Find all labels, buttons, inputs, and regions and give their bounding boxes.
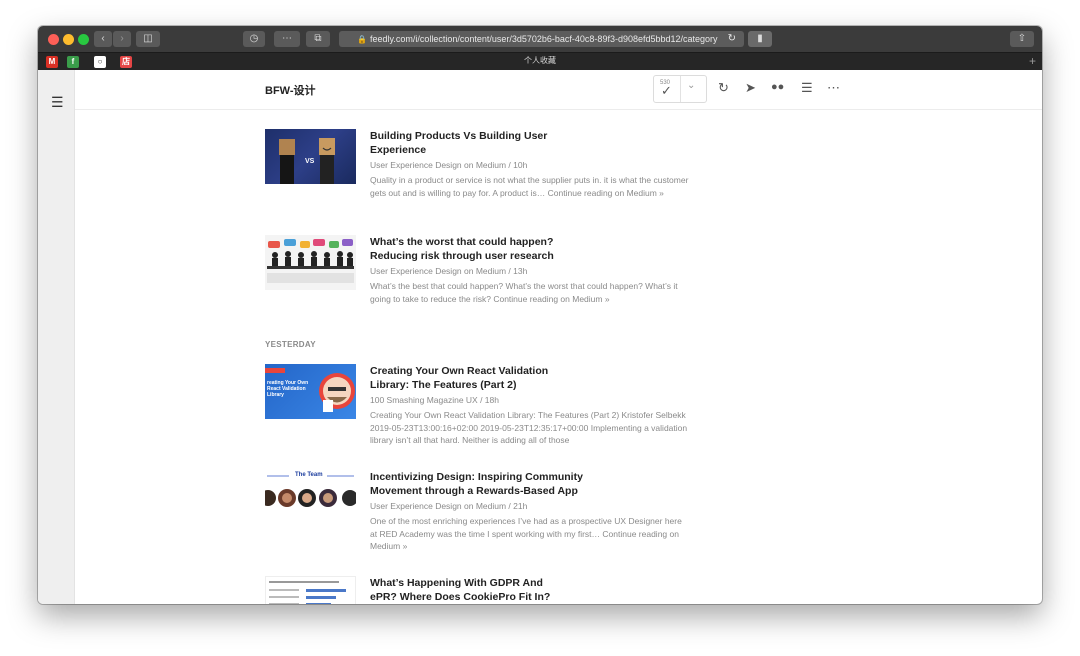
extension-icon[interactable]: ▮ bbox=[748, 31, 772, 47]
article-thumbnail[interactable]: reating Your Own React Validation Librar… bbox=[265, 364, 356, 419]
feed-header: BFW-设计 530 ✓ ⌄ ↻ ➤ ●● ☰ ⋯ bbox=[75, 70, 1042, 110]
chevron-down-icon[interactable]: ⌄ bbox=[687, 80, 695, 91]
close-window-button[interactable] bbox=[48, 34, 59, 45]
article-thumbnail[interactable]: VS bbox=[265, 129, 356, 184]
meeting-people-illustration bbox=[267, 239, 354, 283]
article-summary: One of the most enriching experiences I’… bbox=[370, 516, 682, 551]
thumb-label: The Team bbox=[295, 472, 323, 478]
article-thumbnail[interactable] bbox=[265, 576, 356, 604]
day-separator: YESTERDAY bbox=[265, 340, 316, 349]
address-bar[interactable]: 🔒 feedly.com/i/collection/content/user/3d… bbox=[339, 31, 744, 47]
reload-icon[interactable]: ↻ bbox=[728, 31, 736, 47]
new-tab-button[interactable]: + bbox=[1029, 54, 1036, 68]
browser-toolbar: ‹ › ◫ ◷ ⋯ ⧉ 🔒 feedly.com/i/collection/con… bbox=[38, 26, 1042, 52]
zoom-window-button[interactable] bbox=[78, 34, 89, 45]
mark-as-read-button[interactable]: 530 ✓ ⌄ bbox=[653, 75, 707, 103]
list-item[interactable]: What’s the worst that could happen? Redu… bbox=[265, 235, 705, 315]
list-item[interactable]: VS Building Products Vs Building User Ex… bbox=[265, 129, 705, 219]
article-thumbnail[interactable]: The Team bbox=[265, 470, 356, 525]
article-meta: 100 Smashing Magazine UX / 18h bbox=[370, 395, 499, 405]
bar-chart-illustration bbox=[269, 581, 346, 604]
sidebar-toggle-icon[interactable]: ◫ bbox=[136, 31, 160, 47]
team-portraits-illustration bbox=[265, 475, 356, 507]
list-item[interactable]: The Team Incentivizing Design: Inspiring… bbox=[265, 470, 705, 560]
article-meta: User Experience Design on Medium / 10h bbox=[370, 160, 528, 170]
more-options-icon[interactable]: ⋯ bbox=[827, 80, 840, 96]
send-icon[interactable]: ➤ bbox=[745, 80, 756, 96]
article-thumbnail[interactable] bbox=[265, 235, 356, 290]
article-title[interactable]: Incentivizing Design: Inspiring Communit… bbox=[370, 470, 600, 498]
article-summary: Creating Your Own React Validation Libra… bbox=[370, 410, 688, 445]
article-title[interactable]: What’s the worst that could happen? Redu… bbox=[370, 235, 570, 263]
tab-bar: M f ○ 店 个人收藏 + bbox=[38, 52, 1042, 71]
hamburger-menu-icon[interactable]: ☰ bbox=[51, 95, 64, 109]
article-summary: What’s the best that could happen? What’… bbox=[370, 281, 678, 304]
left-sidebar: ☰ bbox=[38, 70, 75, 604]
refresh-icon[interactable]: ↻ bbox=[718, 80, 729, 96]
divider bbox=[680, 76, 681, 102]
forward-icon[interactable]: › bbox=[113, 31, 131, 47]
minimize-window-button[interactable] bbox=[63, 34, 74, 45]
article-summary: Quality in a product or service is not w… bbox=[370, 175, 689, 198]
share-icon[interactable]: ⇧ bbox=[1010, 31, 1034, 47]
article-list: VS Building Products Vs Building User Ex… bbox=[75, 110, 1042, 604]
url-text: feedly.com/i/collection/content/user/3d5… bbox=[369, 34, 718, 44]
active-tab-title[interactable]: 个人收藏 bbox=[38, 55, 1042, 66]
tabs-overview-icon[interactable]: ⧉ bbox=[306, 31, 330, 47]
checkmark-icon: ✓ bbox=[661, 83, 672, 98]
article-title[interactable]: Creating Your Own React Validation Libra… bbox=[370, 364, 570, 392]
back-icon[interactable]: ‹ bbox=[94, 31, 112, 47]
team-icon[interactable]: ●● bbox=[771, 81, 784, 93]
list-item[interactable]: reating Your Own React Validation Librar… bbox=[265, 364, 705, 454]
thumb-label: reating Your Own React Validation Librar… bbox=[267, 380, 309, 398]
article-meta: User Experience Design on Medium / 21h bbox=[370, 501, 528, 511]
paper-bag-people-illustration bbox=[279, 138, 335, 184]
article-title[interactable]: What’s Happening With GDPR And ePR? Wher… bbox=[370, 576, 570, 604]
thumb-label: VS bbox=[305, 158, 315, 165]
lock-icon: 🔒 bbox=[357, 35, 367, 44]
article-meta: User Experience Design on Medium / 13h bbox=[370, 266, 528, 276]
list-view-icon[interactable]: ☰ bbox=[801, 80, 813, 96]
article-title[interactable]: Building Products Vs Building User Exper… bbox=[370, 129, 570, 157]
history-icon[interactable]: ◷ bbox=[243, 31, 265, 47]
top-sites-icon[interactable]: ⋯ bbox=[274, 31, 300, 47]
browser-window: ‹ › ◫ ◷ ⋯ ⧉ 🔒 feedly.com/i/collection/con… bbox=[38, 26, 1042, 604]
list-item[interactable]: What’s Happening With GDPR And ePR? Wher… bbox=[265, 576, 705, 604]
page-title: BFW-设计 bbox=[265, 85, 316, 97]
